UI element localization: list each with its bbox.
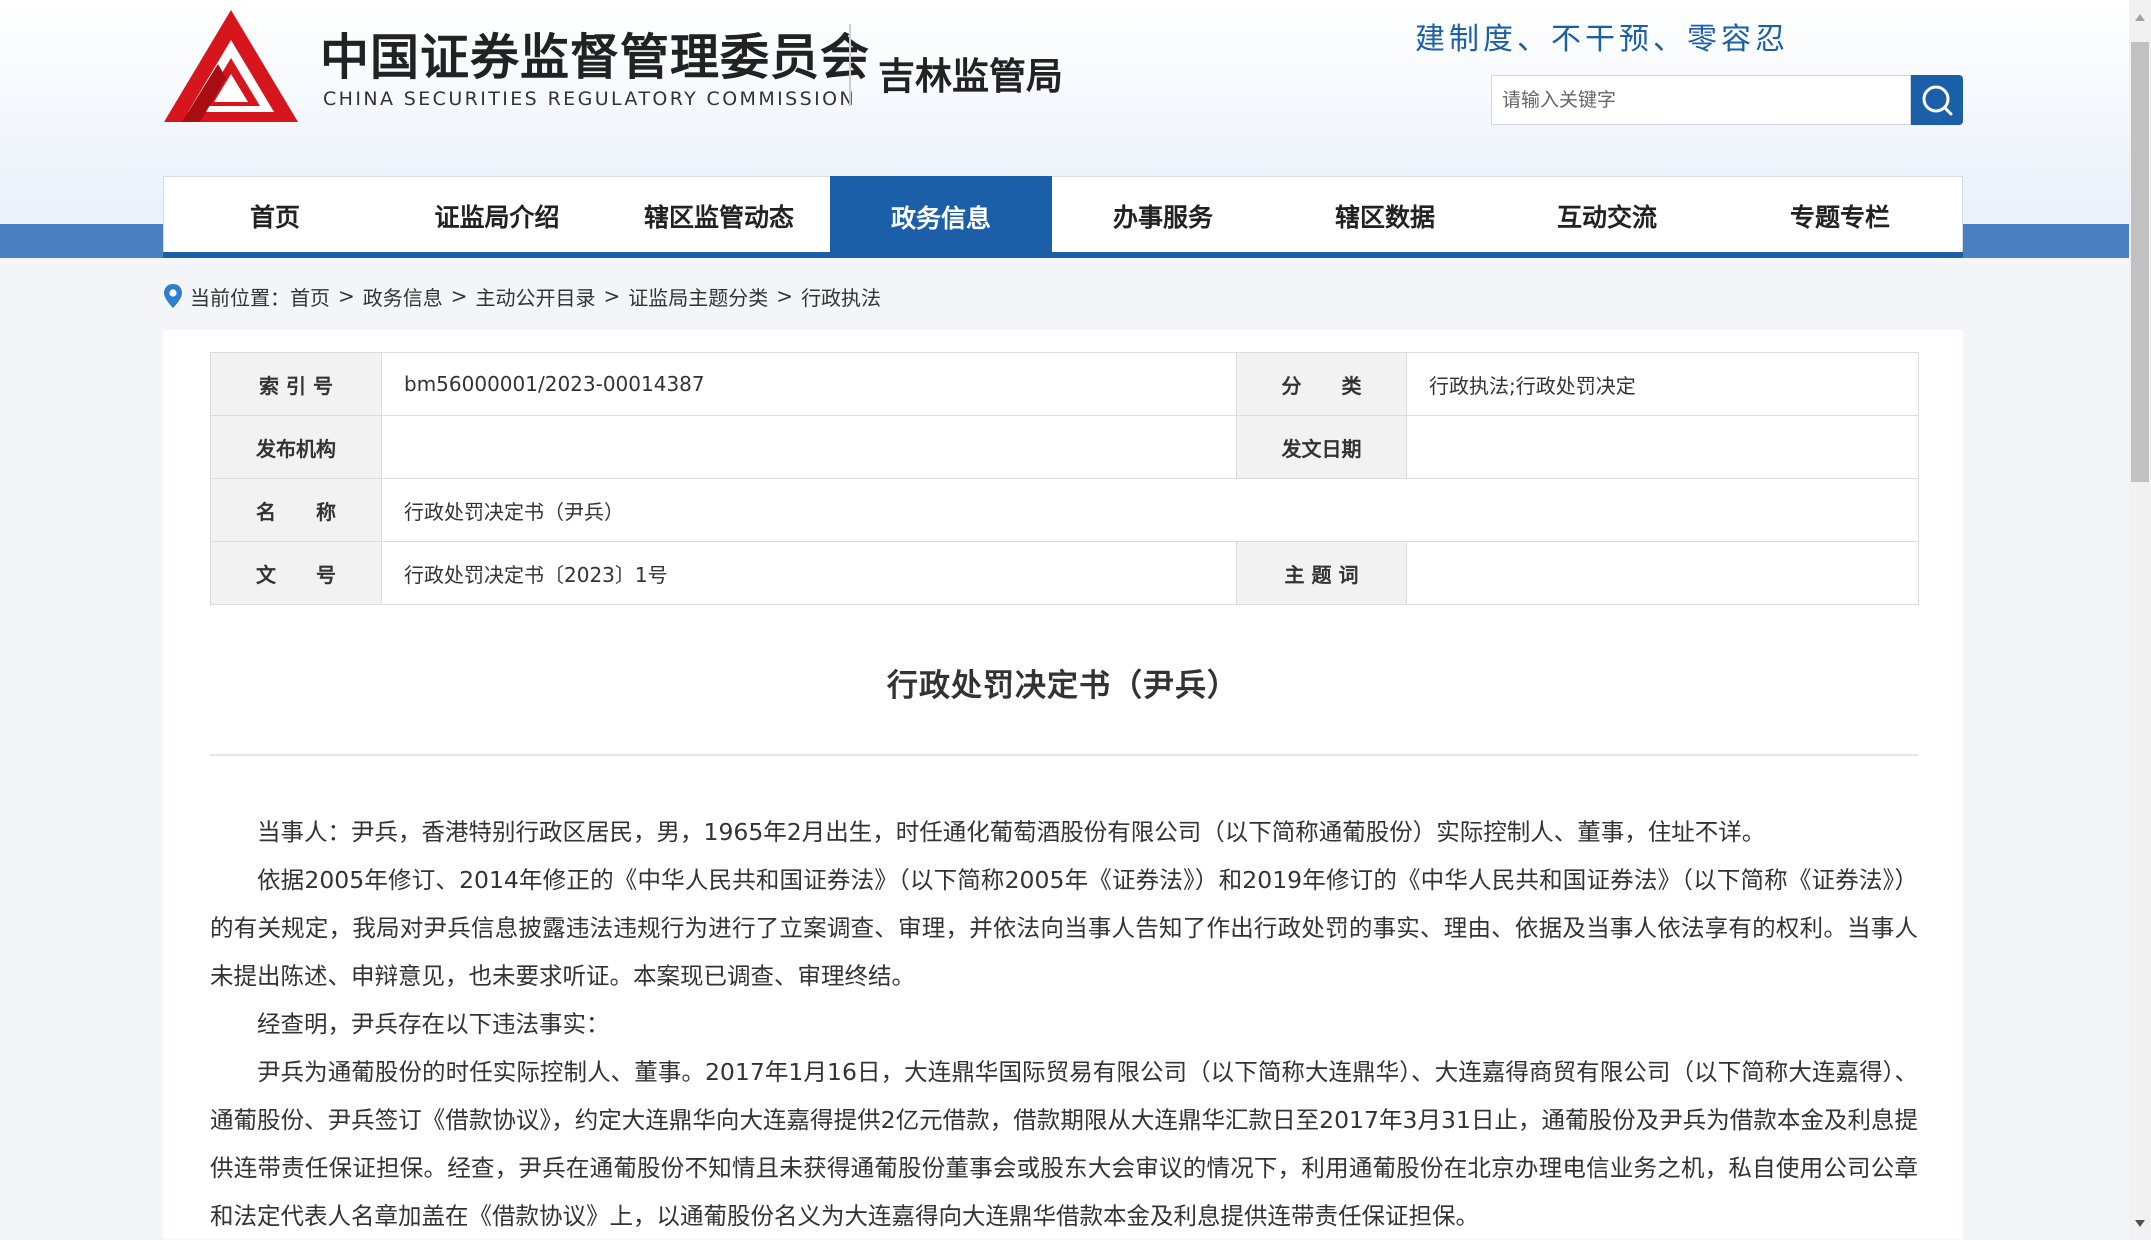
nav-underline (163, 252, 1963, 258)
header-divider (849, 24, 851, 106)
breadcrumb-separator: > (603, 284, 621, 308)
breadcrumb-topic-category[interactable]: 证监局主题分类 (628, 282, 768, 311)
publisher-value (381, 415, 1237, 479)
breadcrumb: 当前位置： 首页 > 政务信息 > 主动公开目录 > 证监局主题分类 > 行政执… (162, 281, 881, 311)
location-pin-icon (164, 284, 182, 308)
search-icon (1922, 85, 1953, 116)
name-label: 名 称 (210, 478, 382, 542)
paragraph-basis: 依据2005年修订、2014年修正的《中华人民共和国证券法》（以下简称2005年… (210, 866, 1918, 990)
nav-item-topics[interactable]: 专题专栏 (1718, 177, 1962, 255)
breadcrumb-separator: > (338, 284, 355, 308)
nav-item-interaction[interactable]: 互动交流 (1496, 177, 1718, 255)
content-panel: 索 引 号 bm56000001/2023-00014387 分 类 行政执法;… (163, 330, 1963, 1239)
document-body: 当事人：尹兵，香港特别行政区居民，男，1965年2月出生，时任通化葡萄酒股份有限… (210, 808, 1918, 1240)
scrollbar-thumb[interactable] (2131, 42, 2149, 482)
keywords-value (1406, 541, 1919, 605)
document-title: 行政处罚决定书（尹兵） (887, 668, 1239, 704)
breadcrumb-enforcement[interactable]: 行政执法 (801, 282, 881, 311)
category-value: 行政执法;行政处罚决定 (1406, 352, 1919, 416)
breadcrumb-prefix: 当前位置： (190, 285, 290, 310)
nav-item-home[interactable]: 首页 (164, 177, 386, 255)
scroll-down-arrow-icon[interactable] (2135, 1220, 2145, 1227)
search-input[interactable] (1492, 76, 1912, 124)
table-row: 文 号 行政处罚决定书〔2023〕1号 主 题 词 (210, 541, 1919, 605)
breadcrumb-home[interactable]: 首页 (290, 282, 330, 311)
metadata-table: 索 引 号 bm56000001/2023-00014387 分 类 行政执法;… (210, 352, 1919, 605)
search-box (1491, 75, 1912, 125)
table-row: 索 引 号 bm56000001/2023-00014387 分 类 行政执法;… (210, 352, 1919, 416)
nav-item-gov-info[interactable]: 政务信息 (830, 176, 1052, 258)
table-row: 名 称 行政处罚决定书（尹兵） (210, 478, 1919, 542)
nav-item-data[interactable]: 辖区数据 (1274, 177, 1496, 255)
publisher-label: 发布机构 (210, 415, 382, 479)
issue-date-value (1406, 415, 1919, 479)
paragraph-facts: 尹兵为通葡股份的时任实际控制人、董事。2017年1月16日，大连鼎华国际贸易有限… (210, 1058, 1918, 1230)
nav-item-supervision[interactable]: 辖区监管动态 (608, 177, 830, 255)
doc-number-value: 行政处罚决定书〔2023〕1号 (381, 541, 1237, 605)
nav-item-about[interactable]: 证监局介绍 (386, 177, 608, 255)
category-label: 分 类 (1236, 352, 1407, 416)
name-value: 行政处罚决定书（尹兵） (381, 478, 1919, 542)
paragraph-party: 当事人：尹兵，香港特别行政区居民，男，1965年2月出生，时任通化葡萄酒股份有限… (257, 818, 1766, 846)
paragraph-findings-intro: 经查明，尹兵存在以下违法事实： (257, 1010, 610, 1038)
scroll-up-arrow-icon[interactable] (2135, 14, 2145, 21)
issue-date-label: 发文日期 (1236, 415, 1407, 479)
title-divider (210, 754, 1918, 756)
csrc-logo[interactable] (162, 6, 300, 126)
nav-item-services[interactable]: 办事服务 (1052, 177, 1274, 255)
doc-number-label: 文 号 (210, 541, 382, 605)
slogan: 建制度、不干预、零容忍 (1415, 22, 1789, 57)
breadcrumb-separator: > (450, 284, 468, 308)
index-number-value: bm56000001/2023-00014387 (381, 352, 1237, 416)
org-name-en: CHINA SECURITIES REGULATORY COMMISSION (323, 88, 857, 110)
breadcrumb-public-catalog[interactable]: 主动公开目录 (476, 282, 596, 311)
main-nav: 首页 证监局介绍 辖区监管动态 政务信息 办事服务 辖区数据 互动交流 专题专栏 (163, 176, 1963, 258)
breadcrumb-gov-info[interactable]: 政务信息 (363, 282, 443, 311)
breadcrumb-separator: > (776, 284, 794, 308)
bureau-name: 吉林监管局 (878, 55, 1063, 98)
index-number-label: 索 引 号 (210, 352, 382, 416)
org-name-cn: 中国证券监督管理委员会 (320, 29, 871, 86)
table-row: 发布机构 发文日期 (210, 415, 1919, 479)
search-button[interactable] (1911, 75, 1963, 125)
keywords-label: 主 题 词 (1236, 541, 1407, 605)
